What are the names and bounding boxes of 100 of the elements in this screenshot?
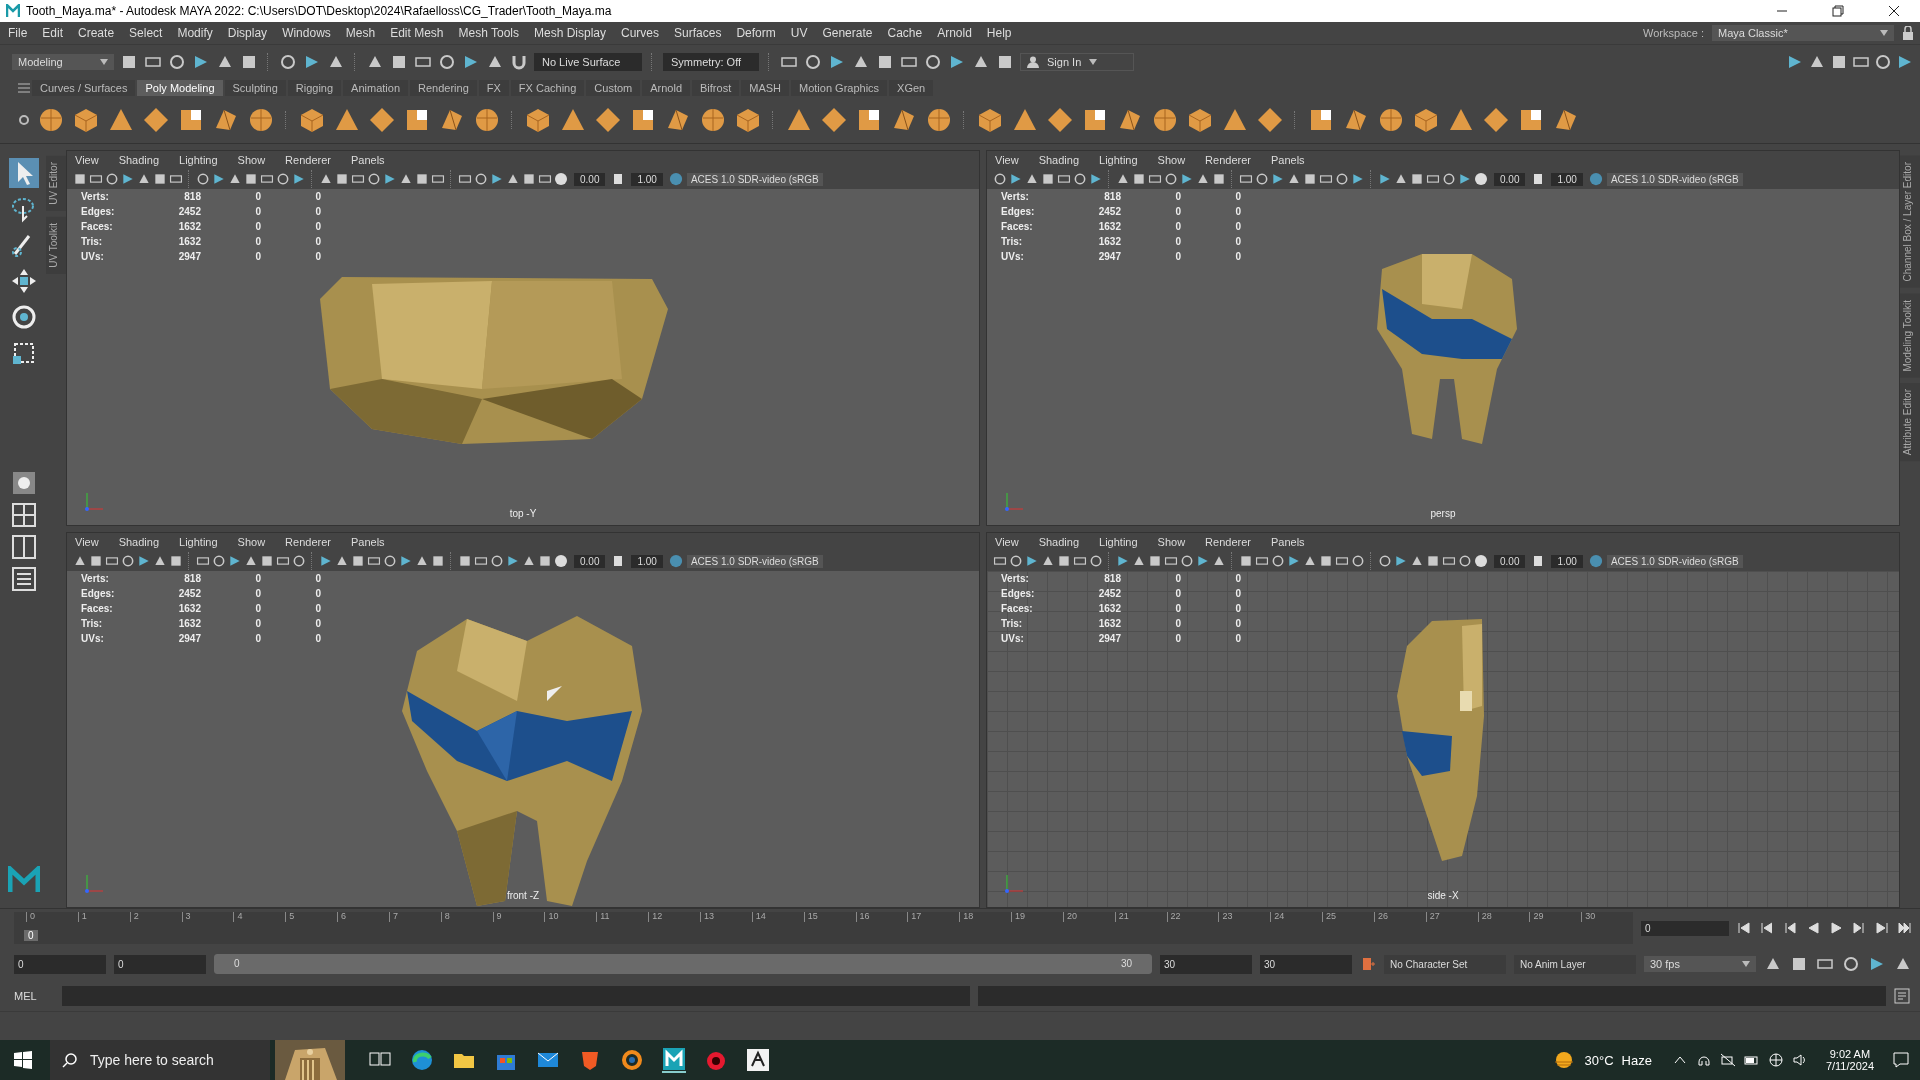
panel-menu[interactable]: Show [1157,536,1186,548]
isolate-icon[interactable] [490,554,504,568]
time-slider[interactable]: 0 1 2 3 4 5 6 7 8 9 10 11 12 13 14 15 16 17 18 19 20 21 22 23 24 25 26 27 28 29 30 0 [14,912,1633,944]
shelf-tab[interactable]: Custom [586,80,641,96]
menu-item[interactable]: Edit Mesh [390,26,444,40]
shading-icon[interactable] [367,172,381,186]
isolate-icon[interactable] [1378,172,1392,186]
shelf-tool-icon[interactable] [820,106,848,134]
playback-start-field[interactable]: 0 [114,954,206,974]
panel-menu[interactable]: Renderer [1205,154,1251,166]
panel-menu[interactable]: Lighting [179,536,218,548]
panel-menu[interactable]: Shading [1038,154,1080,166]
display-toggle-icon[interactable] [1212,172,1226,186]
shelf-tool-icon[interactable] [368,106,396,134]
isolate-icon[interactable] [1378,554,1392,568]
gamma-field[interactable]: 1.00 [1551,172,1583,186]
shelf-tab[interactable]: FX [478,80,509,96]
shading-icon[interactable] [415,554,429,568]
selection-mask-icon[interactable] [279,53,297,71]
display-toggle-icon[interactable] [196,172,210,186]
isolate-icon[interactable] [506,554,520,568]
shading-icon[interactable] [431,554,445,568]
display-toggle-icon[interactable] [1116,172,1130,186]
two-view-icon[interactable] [11,534,37,560]
shelf-tool-icon[interactable] [473,106,501,134]
side-tab[interactable]: UV Editor [46,156,66,211]
step-forward-icon[interactable] [1852,921,1866,935]
display-toggle-icon[interactable] [292,172,306,186]
camera-tool-icon[interactable] [1089,554,1103,568]
camera-tool-icon[interactable] [1025,172,1039,186]
panel-menu[interactable]: Shading [118,536,160,548]
render-tool-icon[interactable] [924,53,942,71]
m-logo-icon[interactable] [662,1047,686,1073]
exposure-field[interactable]: 0.00 [1494,554,1526,568]
panel-menu[interactable]: View [75,536,99,548]
shelf-tab[interactable]: Curves / Surfaces [32,80,136,96]
panel-menu[interactable]: View [75,154,99,166]
shelf-tab[interactable]: Rendering [410,80,477,96]
menu-item[interactable]: Arnold [937,26,972,40]
isolate-icon[interactable] [474,172,488,186]
panel-menu[interactable]: Renderer [285,536,331,548]
viewport-panel[interactable]: View Shading Lighting Show Renderer Panels 0.00 1.00 ACES 1.0 SDR-video (sRGB Verts: 818 0 0 Edges: 2452 0 0 Faces: 1632 0 0 Tris: 1632 0 0 UVs: 2947 0 0 top -Y [66,150,980,526]
browser-icon[interactable] [410,1048,434,1072]
side-tab[interactable]: Channel Box / Layer Editor [1900,156,1920,288]
magnet-icon[interactable] [510,53,528,71]
panel-menu[interactable]: Panels [1270,536,1305,548]
shelf-tool-icon[interactable] [1151,106,1179,134]
panel-menu[interactable]: Renderer [1205,536,1251,548]
shelf-tool-icon[interactable] [37,106,65,134]
panel-menu[interactable]: Shading [1038,536,1080,548]
camera-tool-icon[interactable] [1009,172,1023,186]
shading-icon[interactable] [1255,172,1269,186]
viewport-panel[interactable]: View Shading Lighting Show Renderer Panels 0.00 1.00 ACES 1.0 SDR-video (sRGB Verts: 818 0 0 Edges: 2452 0 0 Faces: 1632 0 0 Tris: 1632 0 0 UVs: 2947 0 0 side -X [986,532,1900,908]
exposure-icon[interactable] [1474,554,1488,568]
panel-menu[interactable]: Show [1157,154,1186,166]
menu-item[interactable]: Surfaces [674,26,722,40]
isolate-icon[interactable] [474,554,488,568]
menu-item[interactable]: UV [790,26,808,40]
shelf-tool-icon[interactable] [925,106,953,134]
camera-tool-icon[interactable] [1041,554,1055,568]
command-input-field[interactable] [62,986,970,1006]
tool-icon[interactable] [120,53,138,71]
display-toggle-icon[interactable] [244,554,258,568]
camera-tool-icon[interactable] [169,554,183,568]
panel-menu[interactable]: Show [237,154,266,166]
isolate-icon[interactable] [1394,172,1408,186]
render-tool-icon[interactable] [876,53,894,71]
render-tool-icon[interactable] [804,53,822,71]
fps-dropdown[interactable]: 30 fps [1644,956,1756,972]
shelf-tab[interactable]: Motion Graphics [791,80,888,96]
shelf-tool-icon[interactable] [1482,106,1510,134]
isolate-icon[interactable] [1426,172,1440,186]
menu-item[interactable]: Edit [42,26,64,40]
sign-in-dropdown[interactable]: Sign In [1020,53,1134,71]
isolate-icon[interactable] [1410,172,1424,186]
shelf-tool-icon[interactable] [594,106,622,134]
shelf-tab[interactable]: Rigging [287,80,342,96]
menu-item[interactable]: Help [986,26,1012,40]
shading-icon[interactable] [1287,172,1301,186]
network-icon[interactable] [1767,1052,1784,1068]
camera-tool-icon[interactable] [137,172,151,186]
menu-item[interactable]: Generate [822,26,873,40]
menu-item[interactable]: Select [129,26,163,40]
camera-tool-icon[interactable] [1057,554,1071,568]
settings-icon[interactable] [18,114,30,126]
mode-dropdown[interactable]: Modeling [12,54,114,70]
go-to-start-icon[interactable] [1737,921,1751,935]
shading-icon[interactable] [351,554,365,568]
polygon-tool-icon[interactable] [1046,106,1074,134]
shading-icon[interactable] [319,172,333,186]
camera-off-icon[interactable] [1719,1052,1736,1068]
display-toggle-icon[interactable] [1196,554,1210,568]
four-view-icon[interactable] [11,502,37,528]
isolate-icon[interactable] [1426,554,1440,568]
shelf-tool-icon[interactable] [1377,106,1405,134]
shading-icon[interactable] [1271,554,1285,568]
camera-tool-icon[interactable] [153,172,167,186]
menu-item[interactable]: Modify [177,26,213,40]
shading-icon[interactable] [319,554,333,568]
shelf-tool-icon[interactable] [1412,106,1440,134]
